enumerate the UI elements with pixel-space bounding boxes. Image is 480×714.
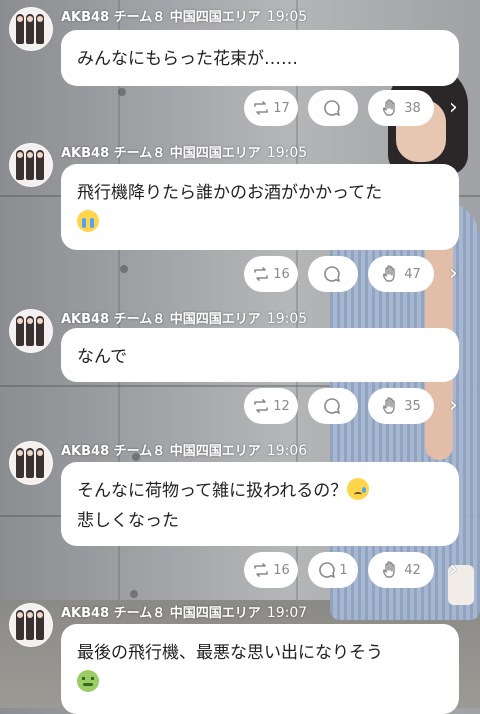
clap-count: 38 — [404, 100, 421, 116]
avatar[interactable] — [9, 441, 53, 485]
chevron-right-icon[interactable]: › — [449, 552, 461, 588]
repost-icon — [254, 267, 269, 281]
post-meta: AKB48 チーム８ 中国四国エリア 19:05 — [61, 142, 307, 161]
repost-button[interactable]: 16 — [244, 552, 298, 588]
wall-hole — [130, 590, 138, 598]
nauseated-face-icon — [77, 670, 99, 692]
post-meta: AKB48 チーム８ 中国四国エリア 19:05 — [61, 6, 307, 25]
comment-button[interactable]: 1 — [308, 552, 358, 588]
clap-count: 42 — [404, 562, 421, 578]
group-name: AKB48 チーム８ 中国四国エリア — [61, 444, 261, 459]
clap-icon — [383, 265, 395, 282]
avatar[interactable] — [9, 309, 53, 353]
group-name: AKB48 チーム８ 中国四国エリア — [61, 312, 261, 327]
message-bubble: みんなにもらった花束が…… — [61, 30, 459, 86]
message-bubble: 最後の飛行機、最悪な思い出になりそう — [61, 624, 459, 714]
post-time: 19:05 — [266, 145, 308, 161]
post-time: 19:06 — [266, 443, 308, 459]
avatar[interactable] — [9, 7, 53, 51]
comment-button[interactable] — [308, 256, 358, 292]
clap-count: 47 — [404, 266, 421, 282]
message-bubble: 飛行機降りたら誰かのお酒がかかってた — [61, 164, 459, 250]
message-bubble: なんで — [61, 328, 459, 382]
chevron-right-icon[interactable]: › — [449, 256, 461, 292]
repost-button[interactable]: 16 — [244, 256, 298, 292]
clap-count: 35 — [404, 398, 421, 414]
message-text: 最後の飛行機、最悪な思い出になりそう — [77, 643, 383, 663]
repost-count: 17 — [273, 100, 290, 116]
wall-hole — [118, 88, 126, 96]
clap-icon — [383, 561, 395, 578]
clap-button[interactable]: 47 — [368, 256, 434, 292]
comment-icon — [323, 398, 340, 414]
comment-icon — [323, 266, 340, 282]
repost-icon — [254, 399, 269, 413]
chevron-right-icon[interactable]: › — [449, 388, 461, 424]
sad-tear-face-icon — [347, 478, 370, 500]
post-meta: AKB48 チーム８ 中国四国エリア 19:07 — [61, 602, 307, 621]
message-text: なんで — [77, 347, 128, 367]
post-meta: AKB48 チーム８ 中国四国エリア 19:06 — [61, 440, 307, 459]
repost-count: 16 — [273, 562, 290, 578]
crying-face-icon — [77, 210, 99, 232]
repost-icon — [254, 563, 269, 577]
repost-icon — [254, 101, 269, 115]
repost-button[interactable]: 12 — [244, 388, 298, 424]
group-name: AKB48 チーム８ 中国四国エリア — [61, 146, 261, 161]
wall-hole — [120, 265, 128, 273]
post-meta: AKB48 チーム８ 中国四国エリア 19:05 — [61, 308, 307, 327]
repost-count: 16 — [273, 266, 290, 282]
repost-count: 12 — [273, 398, 290, 414]
avatar[interactable] — [9, 603, 53, 647]
group-name: AKB48 チーム８ 中国四国エリア — [61, 606, 261, 621]
comment-icon — [319, 562, 336, 578]
comment-count: 1 — [339, 562, 348, 578]
post-time: 19:05 — [266, 311, 308, 327]
post-time: 19:05 — [266, 9, 308, 25]
message-text: そんなに荷物って雑に扱われるの？ — [77, 481, 348, 501]
clap-button[interactable]: 38 — [368, 90, 434, 126]
group-name: AKB48 チーム８ 中国四国エリア — [61, 10, 261, 25]
chevron-right-icon[interactable]: › — [449, 90, 461, 126]
comment-icon — [323, 100, 340, 116]
message-bubble: そんなに荷物って雑に扱われるの？ 悲しくなった — [61, 462, 459, 546]
comment-button[interactable] — [308, 90, 358, 126]
clap-icon — [383, 397, 395, 414]
clap-button[interactable]: 35 — [368, 388, 434, 424]
clap-icon — [383, 99, 395, 116]
repost-button[interactable]: 17 — [244, 90, 298, 126]
avatar[interactable] — [9, 143, 53, 187]
comment-button[interactable] — [308, 388, 358, 424]
message-text: みんなにもらった花束が…… — [77, 49, 298, 69]
message-text: 飛行機降りたら誰かのお酒がかかってた — [77, 183, 383, 203]
clap-button[interactable]: 42 — [368, 552, 434, 588]
message-text: 悲しくなった — [77, 511, 179, 531]
post-time: 19:07 — [266, 605, 308, 621]
